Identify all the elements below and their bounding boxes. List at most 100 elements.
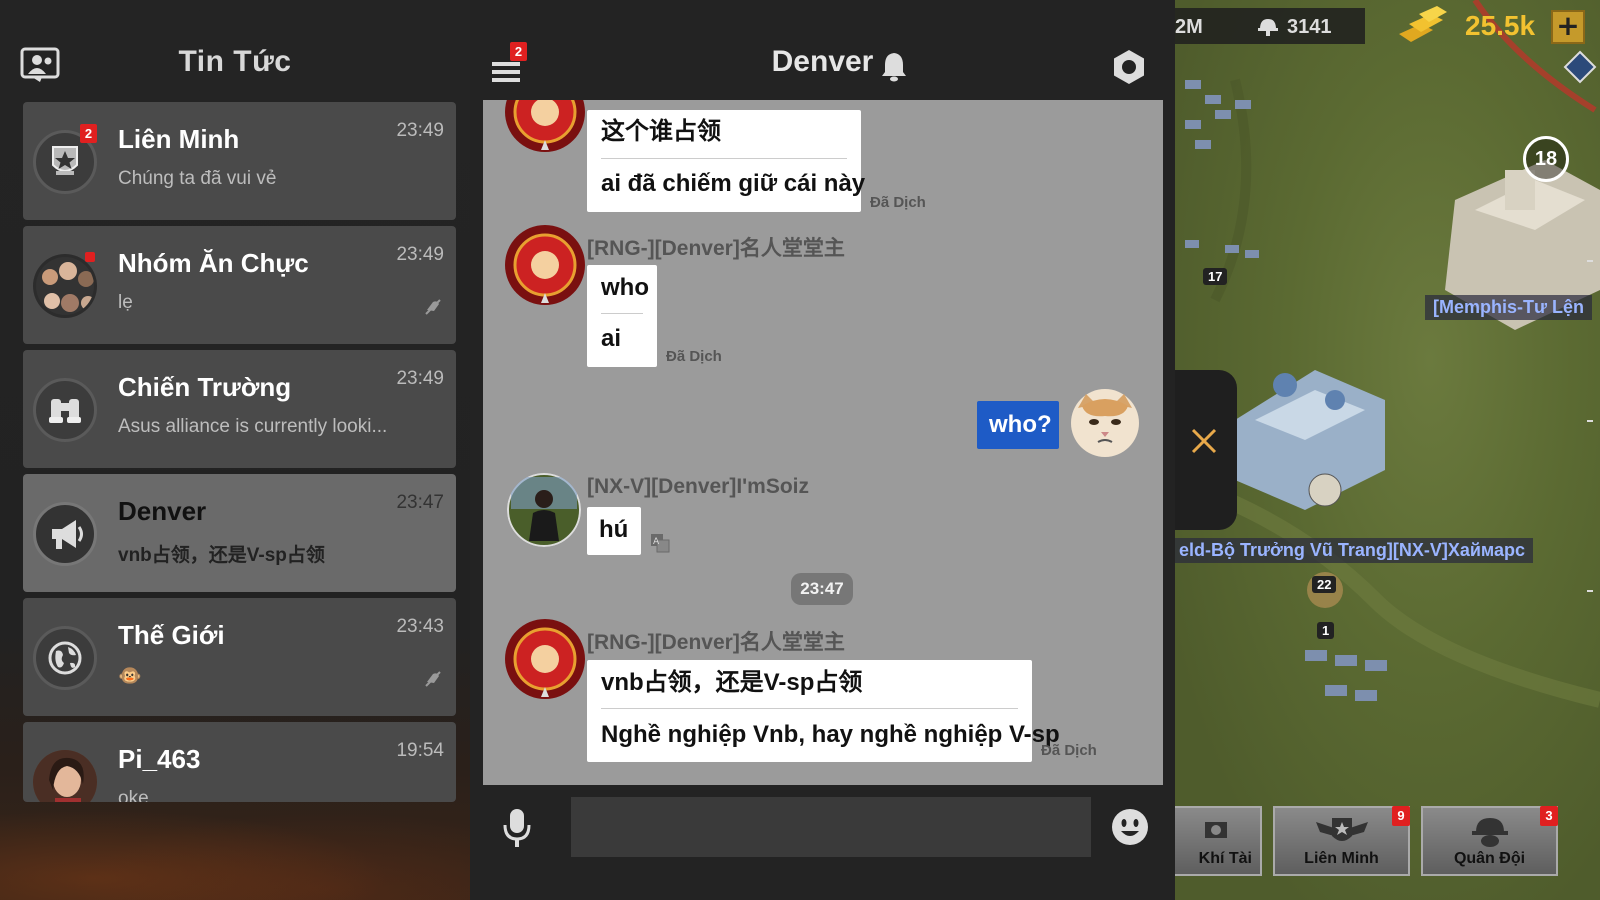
message-bubble[interactable]: who ai bbox=[587, 265, 657, 367]
gold-amount: 25.5k bbox=[1465, 10, 1536, 41]
sender-avatar[interactable] bbox=[507, 473, 581, 547]
close-chat-tab[interactable] bbox=[1175, 370, 1237, 530]
conversation-name: Nhóm Ăn Chực bbox=[118, 248, 309, 278]
gold-bar-button[interactable] bbox=[1395, 4, 1451, 50]
soldier-avatar bbox=[507, 473, 581, 547]
sender-avatar[interactable] bbox=[503, 223, 587, 307]
emblem-avatar bbox=[505, 225, 585, 305]
notification-bell-button[interactable] bbox=[878, 50, 910, 82]
message-translation: ai đã chiếm giữ cái này bbox=[601, 170, 866, 197]
game-map[interactable]: [Memphis-Tư Lện eld-Bộ Trưởng Vũ Trang][… bbox=[1175, 0, 1600, 900]
army-button[interactable]: Quân Đội 3 bbox=[1421, 806, 1558, 876]
voice-message-button[interactable] bbox=[500, 807, 534, 851]
message-original: vnb占领，还是V-sp占领 bbox=[601, 669, 863, 696]
map-city-label[interactable]: eld-Bộ Trưởng Vũ Trang][NX-V]Хаймарс bbox=[1175, 538, 1533, 563]
message-original: 这个谁占领 bbox=[601, 118, 721, 145]
conversation-item-pi-463[interactable]: Pi_463 oke 19:54 bbox=[23, 722, 456, 802]
chat-header: 2 Denver bbox=[470, 0, 1175, 100]
translate-button[interactable]: A bbox=[650, 533, 670, 553]
button-label: Khí Tài bbox=[1198, 850, 1252, 867]
group-avatar bbox=[33, 254, 97, 318]
sender-avatar[interactable] bbox=[503, 100, 587, 154]
conversation-name: Liên Minh bbox=[118, 124, 240, 154]
map-level-number: 17 bbox=[1203, 268, 1228, 285]
conversation-time: 23:49 bbox=[396, 244, 444, 265]
translated-label[interactable]: Đã Dịch bbox=[1041, 742, 1097, 759]
notification-badge: 3 bbox=[1540, 806, 1558, 826]
globe-icon bbox=[48, 641, 82, 675]
own-avatar[interactable] bbox=[1070, 388, 1140, 458]
hexagon-settings-icon bbox=[1114, 50, 1144, 84]
message-bubble[interactable]: vnb占领，还是V-sp占领 Nghề nghiệp Vnb, hay nghề… bbox=[587, 660, 1060, 762]
conversation-preview: 🐵 bbox=[118, 666, 142, 687]
conversation-time: 23:49 bbox=[396, 120, 444, 141]
conversation-item-denver[interactable]: Denver vnb占领，还是V-sp占领 23:47 bbox=[23, 474, 456, 592]
scroll-marker bbox=[1587, 590, 1593, 592]
conversation-time: 19:54 bbox=[396, 740, 444, 761]
conversation-preview: vnb占领，还是V-sp占领 bbox=[118, 545, 325, 566]
message-list[interactable]: 这个谁占领 ai đã chiếm giữ cái này Đã Dịch [R… bbox=[483, 100, 1163, 785]
translated-label[interactable]: Đã Dịch bbox=[666, 348, 722, 365]
message-input[interactable] bbox=[571, 797, 1091, 857]
conversation-preview: lẹ bbox=[118, 292, 133, 313]
map-diamond-icon bbox=[1563, 50, 1597, 84]
helmet-icon bbox=[1471, 818, 1508, 847]
conversation-name: Thế Giới bbox=[118, 620, 225, 650]
helmet-icon bbox=[1258, 19, 1278, 36]
own-message-bubble[interactable]: who? bbox=[977, 401, 1059, 449]
smiley-icon bbox=[1112, 809, 1148, 845]
conversation-time: 23:43 bbox=[396, 616, 444, 637]
conversation-preview: Chúng ta đã vui vẻ bbox=[118, 168, 277, 189]
map-mode-button[interactable] bbox=[1563, 50, 1597, 84]
add-gold-button[interactable]: + bbox=[1551, 10, 1585, 44]
message-translation: ai bbox=[601, 325, 622, 352]
weapons-button[interactable]: Khí Tài bbox=[1175, 806, 1262, 876]
resource-amount: 2M bbox=[1175, 16, 1203, 38]
scroll-marker bbox=[1587, 420, 1593, 422]
map-city-label[interactable]: [Memphis-Tư Lện bbox=[1425, 295, 1593, 320]
scroll-marker bbox=[1587, 260, 1593, 262]
emoji-button[interactable] bbox=[1110, 807, 1150, 847]
button-label: Liên Minh bbox=[1304, 850, 1379, 867]
map-terrain bbox=[1175, 0, 1600, 708]
emblem-avatar bbox=[505, 619, 585, 699]
translate-icon: A bbox=[651, 534, 670, 553]
conversation-preview: Asus alliance is currently looki... bbox=[118, 416, 388, 437]
button-label: Quân Đội bbox=[1453, 850, 1526, 867]
mute-icon bbox=[425, 671, 441, 687]
castle-center bbox=[1235, 370, 1385, 510]
alliance-button[interactable]: Liên Minh 9 bbox=[1273, 806, 1410, 876]
microphone-icon bbox=[503, 809, 531, 847]
portrait-avatar bbox=[33, 750, 97, 802]
world-avatar bbox=[33, 626, 97, 690]
group-avatar-collage bbox=[36, 257, 94, 315]
svg-text:A: A bbox=[653, 537, 660, 547]
conversation-item-lien-minh[interactable]: 2 Liên Minh Chúng ta đã vui vẻ 23:49 bbox=[23, 102, 456, 220]
alliance-wings-icon bbox=[1315, 818, 1368, 841]
conversation-item-the-gioi[interactable]: Thế Giới 🐵 23:43 bbox=[23, 598, 456, 716]
message-original: hú bbox=[599, 516, 629, 543]
unread-badge: 2 bbox=[80, 124, 97, 143]
sender-avatar[interactable] bbox=[503, 617, 587, 701]
weapons-icon bbox=[1204, 822, 1227, 838]
conversation-item-chien-truong[interactable]: Chiến Trường Asus alliance is currently … bbox=[23, 350, 456, 468]
chat-settings-button[interactable] bbox=[1110, 48, 1148, 86]
left-header: Tin Tức bbox=[0, 0, 470, 100]
own-message-text: who? bbox=[989, 411, 1052, 438]
city-avatar bbox=[33, 502, 97, 566]
mute-icon bbox=[425, 299, 441, 315]
conversation-item-nhom-an-chuc[interactable]: Nhóm Ăn Chực lẹ 23:49 bbox=[23, 226, 456, 344]
conversation-preview: oke bbox=[118, 788, 149, 802]
conversation-panel: Tin Tức 2 Liên Minh Chúng ta đã vui vẻ 2… bbox=[0, 0, 470, 900]
translated-label[interactable]: Đã Dịch bbox=[870, 194, 926, 211]
message-bubble[interactable]: 这个谁占领 ai đã chiếm giữ cái này bbox=[587, 110, 866, 212]
sender-name: [NX-V][Denver]I'mSoiz bbox=[587, 475, 810, 498]
message-bubble[interactable]: hú bbox=[587, 507, 641, 555]
unread-dot bbox=[85, 252, 95, 262]
emblem-avatar bbox=[505, 100, 585, 152]
tank-group-mid-left bbox=[1185, 240, 1259, 258]
conversation-name: Denver bbox=[118, 496, 207, 526]
notification-badge: 9 bbox=[1392, 806, 1410, 826]
conversation-time: 23:47 bbox=[396, 492, 444, 513]
map-level-number: 22 bbox=[1312, 576, 1337, 593]
